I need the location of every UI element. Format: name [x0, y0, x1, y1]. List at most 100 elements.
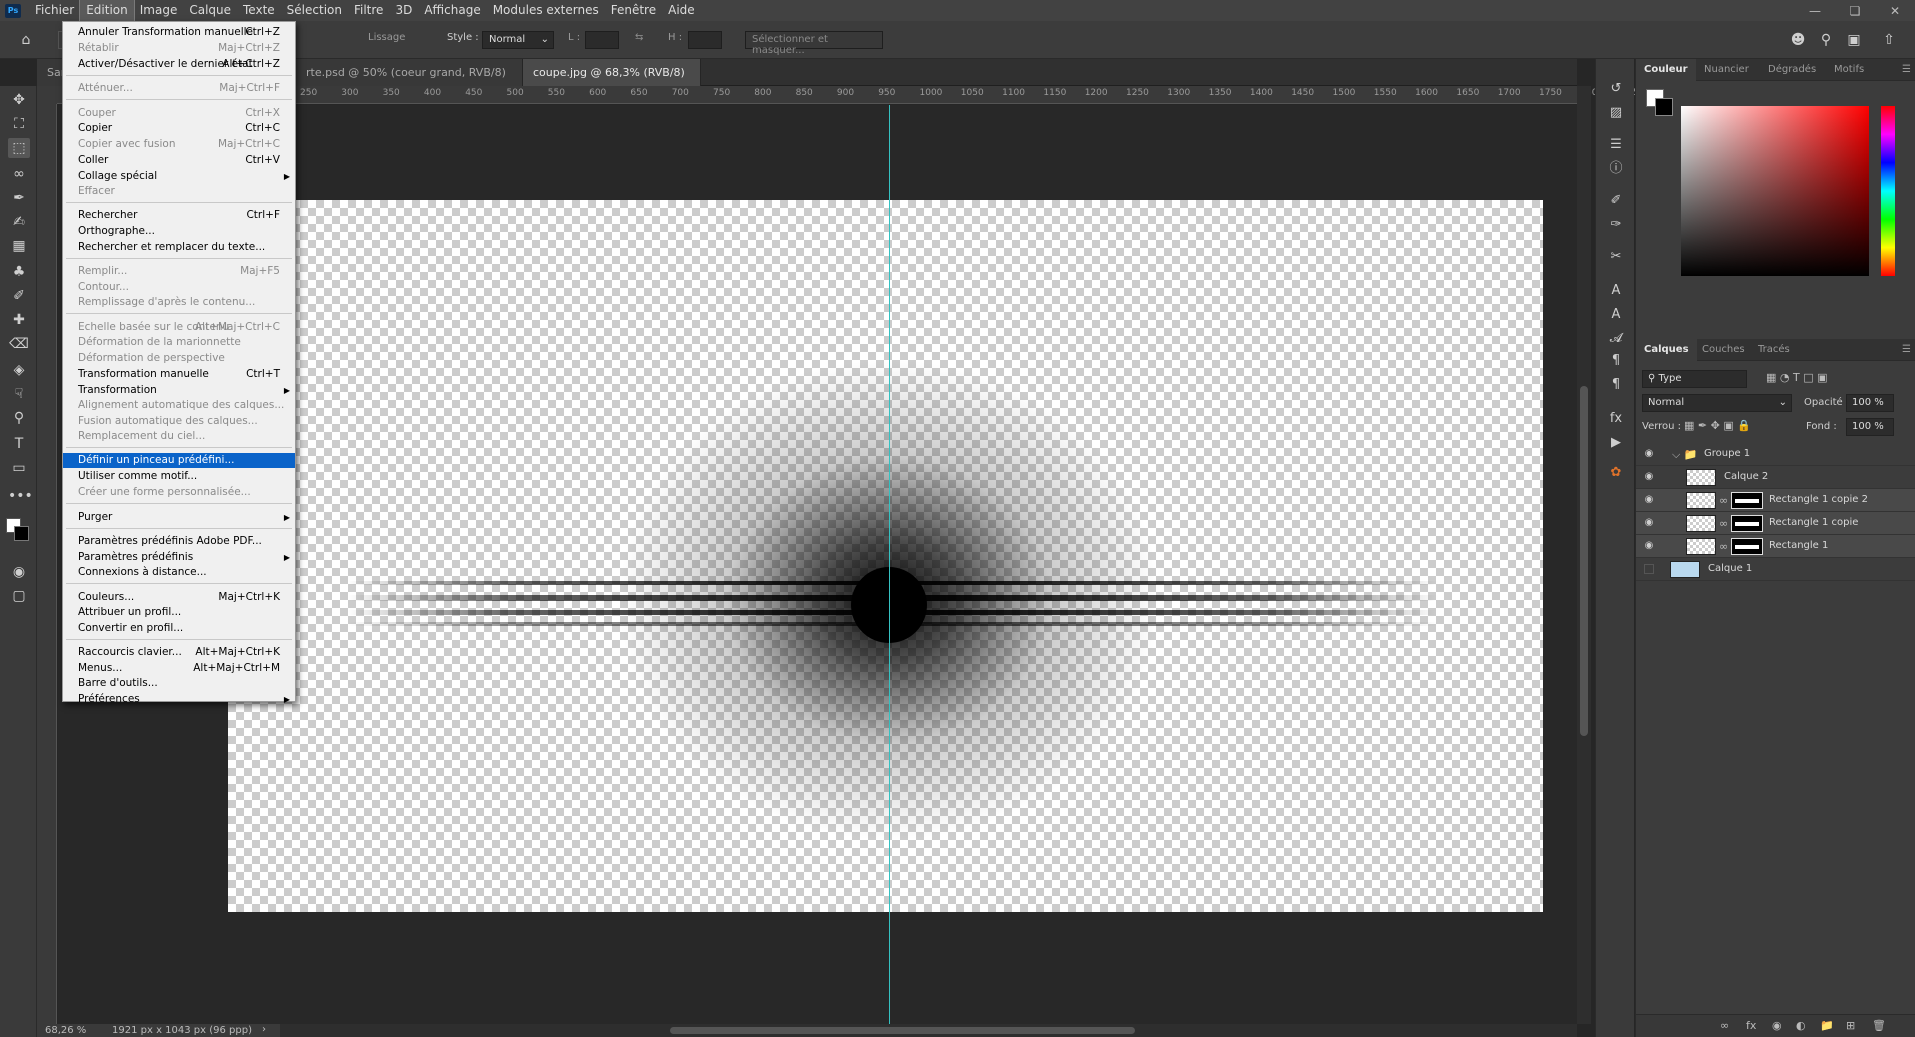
eraser-tool-icon[interactable]: ⌫ — [8, 334, 30, 354]
scroll-thumb[interactable] — [670, 1027, 1135, 1034]
menu-item-transform[interactable]: Transformation ▶ — [63, 383, 295, 398]
search-icon[interactable]: ⚲ — [1815, 30, 1837, 50]
menu-modules-externes[interactable]: Modules externes — [487, 0, 605, 21]
menu-filtre[interactable]: Filtre — [348, 0, 389, 21]
close-icon[interactable]: ✕ — [1875, 0, 1915, 21]
type-tool-icon[interactable]: T — [8, 434, 30, 454]
quick-mask-icon[interactable]: ◉ — [8, 562, 30, 582]
eye-icon[interactable]: ◉ — [1642, 517, 1656, 529]
menu-item-paste-special[interactable]: Collage spécial ▶ — [63, 169, 295, 184]
menu-item-purge[interactable]: Purger ▶ — [63, 510, 295, 525]
new-group-icon[interactable]: 📁 — [1820, 1019, 1834, 1032]
delete-layer-icon[interactable]: 🗑 — [1872, 1019, 1886, 1032]
layer-row[interactable]: Calque 1 — [1636, 558, 1915, 581]
crop-tool-icon[interactable]: ⛶ — [8, 114, 30, 134]
new-layer-icon[interactable]: ⊞ — [1846, 1019, 1855, 1032]
home-icon[interactable]: ⌂ — [15, 30, 37, 50]
scroll-thumb[interactable] — [1580, 386, 1588, 736]
menu-item-stroke[interactable]: Contour... — [63, 280, 295, 295]
shape-tool-icon[interactable]: ▭ — [8, 458, 30, 478]
play-icon[interactable]: ▶ — [1605, 433, 1627, 453]
dodge-tool-icon[interactable]: ⚲ — [8, 408, 30, 428]
menu-calque[interactable]: Calque — [183, 0, 237, 21]
menu-item-free-transform[interactable]: Transformation manuelle Ctrl+T — [63, 367, 295, 382]
document-canvas[interactable] — [228, 200, 1543, 912]
eyedropper-tool-icon[interactable]: ✍ — [8, 212, 30, 232]
layer-row[interactable]: ◉ ⌵ 📁 Groupe 1 — [1636, 443, 1915, 466]
vertical-guide[interactable] — [889, 105, 890, 1024]
menu-item-remote-connections[interactable]: Connexions à distance... — [63, 565, 295, 580]
brush-tool-icon[interactable]: ✐ — [8, 286, 30, 306]
layer-row[interactable]: ◉ ∞ Rectangle 1 — [1636, 535, 1915, 558]
fx-icon[interactable]: fx — [1605, 409, 1627, 429]
lasso-tool-icon[interactable]: ∞ — [8, 164, 30, 184]
style-select[interactable]: Normal ⌄ — [482, 31, 554, 49]
tab-couleur[interactable]: Couleur — [1636, 59, 1696, 81]
eye-icon[interactable]: ◉ — [1642, 494, 1656, 506]
menu-item-toolbar[interactable]: Barre d'outils... — [63, 676, 295, 691]
export-icon[interactable]: ⇧ — [1878, 30, 1900, 50]
bucket-tool-icon[interactable]: ◈ — [8, 360, 30, 380]
history-icon[interactable]: ↺ — [1605, 79, 1627, 99]
menu-item-define-pattern[interactable]: Utiliser comme motif... — [63, 469, 295, 484]
lissage-checkbox[interactable]: Lissage — [368, 32, 405, 43]
tab-calques[interactable]: Calques — [1636, 339, 1697, 361]
color-picker-field[interactable] — [1681, 106, 1869, 276]
menu-item-clear[interactable]: Effacer — [63, 184, 295, 199]
screen-mode-icon[interactable]: ▢ — [8, 586, 30, 606]
paragraph-styles-icon[interactable]: ¶ — [1605, 375, 1627, 395]
tab-coupe-jpg[interactable]: coupe.jpg @ 68,3% (RVB/8) *× — [523, 59, 701, 106]
lock-icons[interactable]: ▦ ✒ ✥ ▣ 🔒 — [1684, 419, 1751, 432]
menu-item-define-shape[interactable]: Créer une forme personnalisée... — [63, 485, 295, 500]
menu-item-toggle-last-state[interactable]: Activer/Désactiver le dernier état Alt+Ct… — [63, 57, 295, 72]
filter-icons[interactable]: ▦ ◔ T □ ▣ — [1766, 371, 1827, 384]
visibility-toggle[interactable] — [1644, 564, 1654, 574]
menu-fichier[interactable]: Fichier — [29, 0, 80, 21]
menu-item-preferences[interactable]: Préférences ▶ — [63, 692, 295, 707]
menu-item-auto-align[interactable]: Alignement automatique des calques... — [63, 398, 295, 413]
menu-item-paste[interactable]: Coller Ctrl+V — [63, 153, 295, 168]
brush-settings-icon[interactable]: ✐ — [1605, 191, 1627, 211]
share-icon[interactable]: ☻ — [1787, 30, 1809, 50]
info-icon[interactable]: ⓘ — [1605, 159, 1627, 179]
menu-edition[interactable]: Edition — [79, 0, 135, 22]
layer-row[interactable]: ◉ ∞ Rectangle 1 copie — [1636, 512, 1915, 535]
stamp-tool-icon[interactable]: ♣ — [8, 262, 30, 282]
menu-item-fade[interactable]: Atténuer... Maj+Ctrl+F — [63, 81, 295, 96]
workspace-icon[interactable]: ▣ — [1843, 30, 1865, 50]
character-icon[interactable]: A — [1605, 281, 1627, 301]
menu-item-cut[interactable]: Couper Ctrl+X — [63, 106, 295, 121]
pen-tool-icon[interactable]: ✒ — [8, 188, 30, 208]
menu-item-search[interactable]: Rechercher Ctrl+F — [63, 208, 295, 223]
restore-icon[interactable]: ❏ — [1835, 0, 1875, 21]
menu-item-auto-blend[interactable]: Fusion automatique des calques... — [63, 414, 295, 429]
height-input[interactable] — [688, 31, 722, 49]
menu-3d[interactable]: 3D — [389, 0, 418, 21]
link-layers-icon[interactable]: ∞ — [1720, 1019, 1729, 1032]
menu-item-convert-profile[interactable]: Convertir en profil... — [63, 621, 295, 636]
color-background-swatch[interactable] — [1655, 98, 1673, 116]
zoom-level[interactable]: 68,26 % — [45, 1025, 86, 1036]
marquee-tool-icon[interactable]: ⬚ — [8, 138, 30, 158]
glyphs-icon[interactable]: 𝓐 — [1605, 329, 1627, 349]
menu-texte[interactable]: Texte — [237, 0, 281, 21]
eye-icon[interactable]: ◉ — [1642, 448, 1656, 460]
tab-traces[interactable]: Tracés — [1750, 339, 1798, 361]
menu-item-copy[interactable]: Copier Ctrl+C — [63, 121, 295, 136]
more-tools-icon[interactable]: ••• — [8, 486, 33, 506]
frame-tool-icon[interactable]: ▦ — [8, 236, 30, 256]
tab-motifs[interactable]: Motifs — [1826, 59, 1872, 81]
menu-item-find-replace[interactable]: Rechercher et remplacer du texte... — [63, 240, 295, 255]
tab-carte-psd[interactable]: rte.psd @ 50% (coeur grand, RVB/8) *× — [296, 59, 523, 106]
layer-row[interactable]: ◉ ∞ Rectangle 1 copie 2 — [1636, 489, 1915, 512]
menu-item-presets[interactable]: Paramètres prédéfinis ▶ — [63, 550, 295, 565]
menu-selection[interactable]: Sélection — [281, 0, 348, 21]
adjustment-layer-icon[interactable]: ◐ — [1796, 1019, 1806, 1032]
menu-item-color-settings[interactable]: Couleurs... Maj+Ctrl+K — [63, 590, 295, 605]
panel-menu-icon[interactable]: ☰ — [1894, 339, 1915, 361]
menu-item-fill[interactable]: Remplir... Maj+F5 — [63, 264, 295, 279]
panel-menu-icon[interactable]: ☰ — [1894, 59, 1915, 81]
menu-aide[interactable]: Aide — [662, 0, 701, 21]
menu-item-assign-profile[interactable]: Attribuer un profil... — [63, 605, 295, 620]
menu-item-content-aware-fill[interactable]: Remplissage d'après le contenu... — [63, 295, 295, 310]
